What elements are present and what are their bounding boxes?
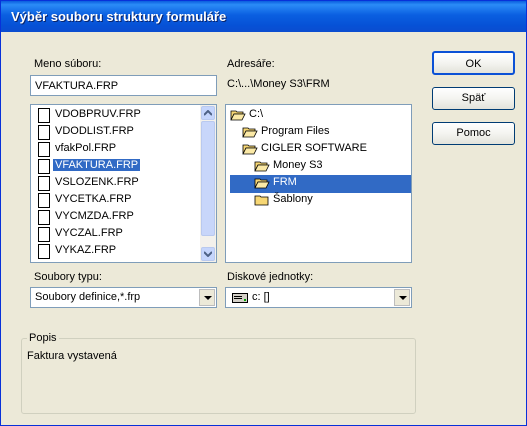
file-icon bbox=[38, 108, 50, 123]
file-list-item[interactable]: vfakPol.FRP bbox=[35, 141, 195, 159]
chevron-down-icon bbox=[399, 296, 407, 300]
directory-label: Adresáře: bbox=[227, 58, 275, 70]
scroll-up-button[interactable] bbox=[201, 106, 215, 120]
drive-dropdown-button[interactable] bbox=[394, 289, 410, 306]
file-list-item[interactable]: VYCMZDA.FRP bbox=[35, 209, 195, 227]
dialog-window: Výběr souboru struktury formuláře Meno s… bbox=[0, 0, 527, 426]
file-icon bbox=[38, 125, 50, 140]
window-title: Výběr souboru struktury formuláře bbox=[11, 9, 227, 24]
chevron-down-icon bbox=[204, 251, 212, 257]
file-list-item[interactable]: VYCETKA.FRP bbox=[35, 192, 195, 210]
file-icon bbox=[38, 142, 50, 157]
ok-button[interactable]: OK bbox=[432, 51, 515, 75]
scroll-thumb[interactable] bbox=[201, 121, 215, 236]
scroll-down-button[interactable] bbox=[201, 247, 215, 261]
file-list-item[interactable]: VFAKTURA.FRP bbox=[35, 158, 195, 176]
file-list-item[interactable]: VYCZAL.FRP bbox=[35, 226, 195, 244]
back-button-label: Späť bbox=[461, 92, 486, 104]
file-icon bbox=[38, 176, 50, 191]
drive-select[interactable]: c: [] bbox=[225, 287, 412, 308]
open-folder-icon bbox=[242, 143, 258, 158]
file-list-item[interactable]: VSLOZENK.FRP bbox=[35, 175, 195, 193]
help-button-label: Pomoc bbox=[456, 127, 491, 139]
file-type-select[interactable]: Soubory definice,*.frp bbox=[30, 287, 217, 308]
folder-item[interactable]: FRM bbox=[230, 175, 411, 193]
file-list-item[interactable]: VDOBPRUV.FRP bbox=[35, 107, 195, 125]
file-icon bbox=[38, 244, 50, 259]
folder-name: Šablony bbox=[273, 193, 313, 205]
chevron-up-icon bbox=[204, 110, 212, 116]
file-name: vfakPol.FRP bbox=[55, 142, 117, 154]
description-label: Popis bbox=[27, 332, 59, 344]
file-type-dropdown-button[interactable] bbox=[199, 289, 215, 306]
open-folder-icon bbox=[254, 160, 270, 175]
file-list-item[interactable]: VDODLIST.FRP bbox=[35, 124, 195, 142]
drive-icon bbox=[232, 293, 248, 303]
file-name: VFAKTURA.FRP bbox=[53, 159, 141, 171]
file-list[interactable]: VDOBPRUV.FRP VDODLIST.FRP vfakPol.FRP VFAKT… bbox=[30, 104, 217, 263]
filename-label: Meno súboru: bbox=[34, 58, 102, 70]
file-name: VYKAZ.FRP bbox=[55, 244, 117, 256]
folder-name: Program Files bbox=[261, 125, 330, 137]
drive-value: c: [] bbox=[252, 291, 270, 303]
file-icon bbox=[38, 227, 50, 242]
drives-label: Diskové jednotky: bbox=[227, 271, 314, 283]
file-icon bbox=[38, 159, 50, 174]
folder-name: CIGLER SOFTWARE bbox=[261, 142, 367, 154]
directory-path: C:\...\Money S3\FRM bbox=[227, 78, 330, 90]
open-folder-icon bbox=[254, 177, 270, 192]
file-name: VDOBPRUV.FRP bbox=[55, 108, 141, 120]
file-list-item[interactable]: VYKAZ.FRP bbox=[35, 243, 195, 261]
file-type-label: Soubory typu: bbox=[34, 271, 102, 283]
ok-button-label: OK bbox=[465, 58, 482, 70]
back-button[interactable]: Späť bbox=[432, 87, 515, 110]
file-name: VYCMZDA.FRP bbox=[55, 210, 134, 222]
open-folder-icon bbox=[242, 126, 258, 141]
file-name: VYCZAL.FRP bbox=[55, 227, 123, 239]
folder-name: Money S3 bbox=[273, 159, 323, 171]
chevron-down-icon bbox=[204, 296, 212, 300]
file-list-scrollbar[interactable] bbox=[200, 105, 216, 262]
description-text: Faktura vystavená bbox=[27, 350, 117, 362]
folder-name: FRM bbox=[273, 176, 297, 188]
filename-input[interactable] bbox=[30, 75, 217, 96]
file-name: VDODLIST.FRP bbox=[55, 125, 134, 137]
folder-name: C:\ bbox=[249, 108, 264, 120]
file-name: VYCETKA.FRP bbox=[55, 193, 132, 205]
file-type-value: Soubory definice,*.frp bbox=[35, 291, 141, 303]
open-folder-icon bbox=[230, 109, 246, 124]
file-icon bbox=[38, 193, 50, 208]
file-icon bbox=[38, 210, 50, 225]
file-name: VSLOZENK.FRP bbox=[55, 176, 139, 188]
directory-tree[interactable]: C:\ Program Files CIGLER SOFTWARE Money S3 F… bbox=[225, 104, 412, 263]
help-button[interactable]: Pomoc bbox=[432, 122, 515, 145]
folder-icon bbox=[254, 194, 270, 209]
title-bar[interactable]: Výběr souboru struktury formuláře bbox=[1, 1, 526, 32]
